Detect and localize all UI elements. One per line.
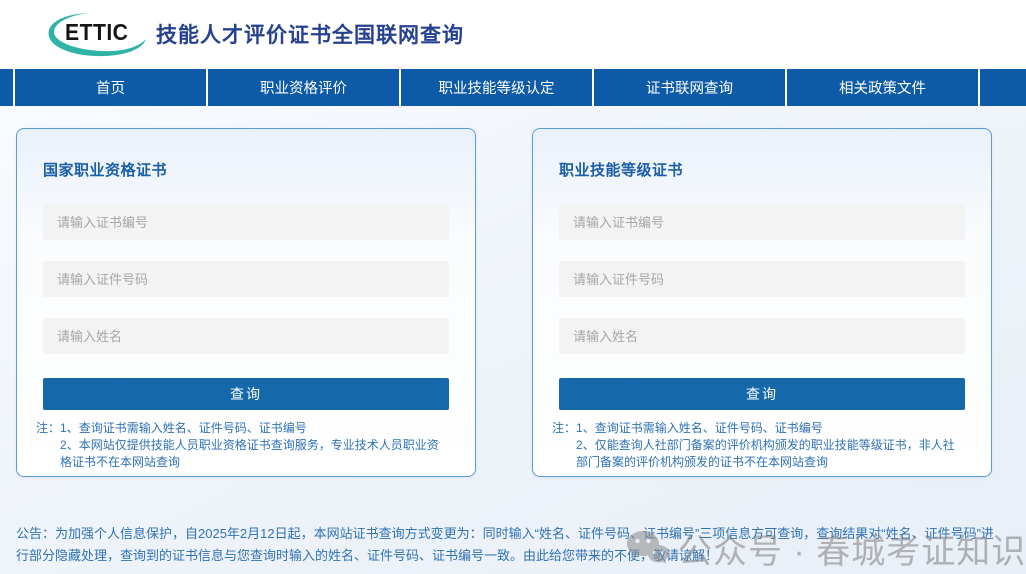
card-notes: 注： 1、查询证书需输入姓名、证件号码、证书编号 2、仅能查询人社部门备案的评价… — [552, 420, 965, 471]
header: ETTIC 技能人才评价证书全国联网查询 — [0, 0, 1026, 69]
name-input[interactable] — [559, 318, 965, 354]
nav-spacer — [0, 69, 13, 106]
name-input[interactable] — [43, 318, 449, 354]
certificate-number-input[interactable] — [559, 204, 965, 240]
note-line-2: 2、仅能查询人社部门备案的评价机构颁发的职业技能等级证书，非人社部门备案的评价机… — [576, 438, 955, 469]
nav-item-skill-level-certification[interactable]: 职业技能等级认定 — [399, 69, 592, 106]
skill-level-card: 职业技能等级证书 查询 注： 1、查询证书需输入姓名、证件号码、证书编号 2、仅… — [532, 128, 992, 477]
query-button[interactable]: 查询 — [559, 378, 965, 410]
id-number-input[interactable] — [559, 261, 965, 297]
card-notes: 注： 1、查询证书需输入姓名、证件号码、证书编号 2、本网站仅提供技能人员职业资… — [36, 420, 449, 471]
logo-text: ETTIC — [65, 19, 128, 46]
watermark-text: 公众号 · 春城考证知识库 — [678, 524, 1026, 573]
note-prefix: 注： — [36, 420, 60, 471]
nav-spacer — [978, 69, 1026, 106]
card-title-skill-level: 职业技能等级证书 — [559, 159, 965, 180]
nav-item-certificate-query[interactable]: 证书联网查询 — [592, 69, 785, 106]
wechat-icon — [626, 529, 670, 569]
page-title: 技能人才评价证书全国联网查询 — [156, 19, 464, 49]
nav-item-policy-documents[interactable]: 相关政策文件 — [785, 69, 978, 106]
certificate-number-input[interactable] — [43, 204, 449, 240]
note-line-2: 2、本网站仅提供技能人员职业资格证书查询服务，专业技术人员职业资格证书不在本网站… — [60, 438, 439, 469]
nav-item-home[interactable]: 首页 — [13, 69, 206, 106]
query-cards: 国家职业资格证书 查询 注： 1、查询证书需输入姓名、证件号码、证书编号 2、本… — [0, 106, 1026, 477]
note-line-1: 1、查询证书需输入姓名、证件号码、证书编号 — [60, 421, 307, 435]
ettic-logo: ETTIC — [48, 9, 150, 59]
note-line-1: 1、查询证书需输入姓名、证件号码、证书编号 — [576, 421, 823, 435]
note-body: 1、查询证书需输入姓名、证件号码、证书编号 2、仅能查询人社部门备案的评价机构颁… — [576, 420, 965, 471]
card-title-national-qualification: 国家职业资格证书 — [43, 159, 449, 180]
national-qualification-card: 国家职业资格证书 查询 注： 1、查询证书需输入姓名、证件号码、证书编号 2、本… — [16, 128, 476, 477]
id-number-input[interactable] — [43, 261, 449, 297]
main-nav: 首页 职业资格评价 职业技能等级认定 证书联网查询 相关政策文件 — [0, 69, 1026, 106]
note-prefix: 注： — [552, 420, 576, 471]
note-body: 1、查询证书需输入姓名、证件号码、证书编号 2、本网站仅提供技能人员职业资格证书… — [60, 420, 449, 471]
main-content: 国家职业资格证书 查询 注： 1、查询证书需输入姓名、证件号码、证书编号 2、本… — [0, 106, 1026, 574]
query-button[interactable]: 查询 — [43, 378, 449, 410]
watermark: 公众号 · 春城考证知识库 — [626, 524, 1026, 573]
nav-item-qualification-evaluation[interactable]: 职业资格评价 — [206, 69, 399, 106]
